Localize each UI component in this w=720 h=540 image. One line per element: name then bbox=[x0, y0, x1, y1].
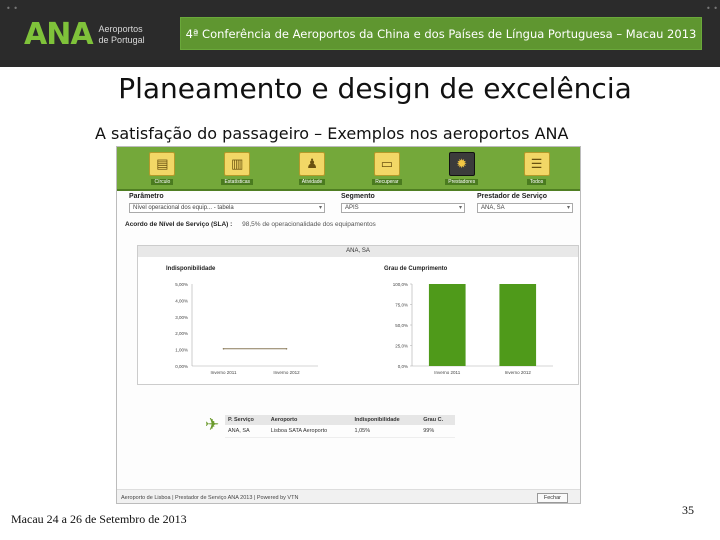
toolbar-label: Prestadores bbox=[445, 178, 479, 185]
segmento-label: Segmento bbox=[341, 193, 375, 200]
parametro-value: Nível operacional dos equip... - tabela bbox=[133, 205, 234, 211]
corner-mark: • • bbox=[706, 4, 718, 13]
y-tick-label: 25,0% bbox=[395, 344, 408, 349]
ana-logo: ANA Aeroportos de Portugal bbox=[24, 20, 145, 50]
gear-icon: ✹ bbox=[448, 151, 475, 176]
filter-bar: Parâmetro Nível operacional dos equip...… bbox=[125, 193, 575, 215]
y-tick-label: 4,00% bbox=[175, 298, 188, 303]
toolbar-label: Atividade bbox=[298, 178, 326, 185]
prestador-label: Prestador de Serviço bbox=[477, 193, 548, 200]
x-tick-label: Inverno 2011 bbox=[211, 370, 237, 375]
bar bbox=[428, 284, 466, 366]
y-tick-label: 5,00% bbox=[175, 282, 188, 287]
page-number: 35 bbox=[682, 503, 694, 517]
toolbar-item-recuperar[interactable]: ▭ Recuperar bbox=[369, 151, 405, 185]
logo-mark: ANA bbox=[24, 17, 94, 52]
table-header: Indisponibilidade bbox=[351, 415, 421, 425]
toolbar-item-prestadores[interactable]: ✹ Prestadores bbox=[444, 151, 480, 185]
chart-title-grau: Grau de Cumprimento bbox=[384, 266, 448, 272]
y-tick-label: 1,00% bbox=[175, 348, 188, 353]
chevron-down-icon: ▾ bbox=[318, 205, 322, 211]
conference-banner: 4ª Conferência de Aeroportos da China e … bbox=[180, 17, 702, 50]
segmento-value: APIS bbox=[345, 205, 359, 211]
app-screenshot: ▤ Círculo ▥ Estatísticas ♟ Atividade ▭ R… bbox=[116, 146, 581, 504]
sla-row: Acordo de Nível de Serviço (SLA) : 98,5%… bbox=[125, 221, 575, 233]
x-tick-label: Inverno 2011 bbox=[434, 370, 460, 375]
summary-table: P. Serviço Aeroporto Indisponibilidade G… bbox=[225, 415, 455, 438]
y-tick-label: 50,0% bbox=[395, 323, 408, 328]
panel-title: ANA, SA bbox=[138, 246, 578, 257]
table-row[interactable]: ANA, SA Lisboa SATA Aeroporto 1,05% 99% bbox=[225, 425, 455, 438]
y-tick-label: 75,0% bbox=[395, 303, 408, 308]
y-tick-label: 0,0% bbox=[398, 364, 408, 369]
toolbar-label: Estatísticas bbox=[221, 178, 254, 185]
toolbar-label: Círculo bbox=[151, 178, 174, 185]
chart-icon: ▤ bbox=[149, 151, 176, 176]
table-cell: Lisboa SATA Aeroporto bbox=[267, 425, 352, 438]
slide-header: • • • • ANA Aeroportos de Portugal 4ª Co… bbox=[0, 0, 720, 67]
toolbar-item-estatisticas[interactable]: ▥ Estatísticas bbox=[219, 151, 255, 185]
list-icon: ☰ bbox=[523, 151, 550, 176]
y-tick-label: 0,00% bbox=[175, 364, 188, 369]
segmento-select[interactable]: APIS ▾ bbox=[341, 203, 465, 213]
person-icon: ♟ bbox=[299, 151, 326, 176]
toolbar-item-todos[interactable]: ☰ Todos bbox=[519, 151, 555, 185]
logo-line1: Aeroportos bbox=[98, 24, 143, 34]
toolbar-item-atividade[interactable]: ♟ Atividade bbox=[294, 151, 330, 185]
y-tick-label: 100,0% bbox=[393, 282, 408, 287]
y-tick-label: 3,00% bbox=[175, 315, 188, 320]
corner-mark: • • bbox=[6, 4, 18, 13]
prestador-select[interactable]: ANA, SA ▾ bbox=[477, 203, 573, 213]
chart-indisponibilidade: 0,00% 1,00% 2,00% 3,00% 4,00% 5,00% Inverno 20… bbox=[175, 282, 318, 375]
table-header: P. Serviço bbox=[225, 415, 268, 425]
slide-subtitle: A satisfação do passageiro – Exemplos no… bbox=[95, 124, 569, 143]
prestador-value: ANA, SA bbox=[481, 205, 505, 211]
chart-title-indisponibilidade: Indisponibilidade bbox=[166, 266, 216, 272]
stats-icon: ▥ bbox=[224, 151, 251, 176]
sla-label: Acordo de Nível de Serviço (SLA) : bbox=[125, 221, 233, 228]
parametro-select[interactable]: Nível operacional dos equip... - tabela … bbox=[129, 203, 325, 213]
app-toolbar: ▤ Círculo ▥ Estatísticas ♟ Atividade ▭ R… bbox=[117, 147, 580, 191]
slide-footer-text: Macau 24 a 26 de Setembro de 2013 bbox=[11, 512, 187, 526]
table-header: Grau C. bbox=[420, 415, 455, 425]
bar bbox=[499, 284, 537, 366]
chart-panel: ANA, SA Indisponibilidade Grau de Cumpri… bbox=[137, 245, 579, 385]
close-button[interactable]: Fechar bbox=[536, 493, 568, 503]
toolbar-item-circulo[interactable]: ▤ Círculo bbox=[144, 151, 180, 185]
table-cell: 1,05% bbox=[351, 425, 421, 438]
chart-grau-cumprimento: 0,0% 25,0% 50,0% 75,0% 100,0% Inverno 2011 Inv… bbox=[393, 282, 553, 375]
y-tick-label: 2,00% bbox=[175, 331, 188, 336]
table-cell: 99% bbox=[420, 425, 455, 438]
sla-value: 98,5% de operacionalidade dos equipament… bbox=[242, 221, 376, 228]
airplane-icon: ✈ bbox=[205, 415, 220, 434]
logo-line2: de Portugal bbox=[98, 35, 145, 45]
parametro-label: Parâmetro bbox=[129, 193, 164, 200]
slide-title: Planeamento e design de excelência bbox=[118, 72, 632, 105]
x-tick-label: Inverno 2012 bbox=[273, 370, 300, 375]
folder-icon: ▭ bbox=[373, 151, 400, 176]
app-footer: Aeroporto de Lisboa | Prestador de Servi… bbox=[117, 489, 580, 503]
app-footer-text: Aeroporto de Lisboa | Prestador de Servi… bbox=[121, 495, 299, 501]
chevron-down-icon: ▾ bbox=[566, 205, 570, 211]
table-cell: ANA, SA bbox=[225, 425, 268, 438]
x-tick-label: Inverno 2012 bbox=[505, 370, 532, 375]
toolbar-label: Todos bbox=[526, 178, 547, 185]
toolbar-label: Recuperar bbox=[372, 178, 402, 185]
table-header: Aeroporto bbox=[267, 415, 352, 425]
chevron-down-icon: ▾ bbox=[458, 205, 462, 211]
data-point bbox=[222, 347, 225, 350]
data-point bbox=[285, 347, 288, 350]
